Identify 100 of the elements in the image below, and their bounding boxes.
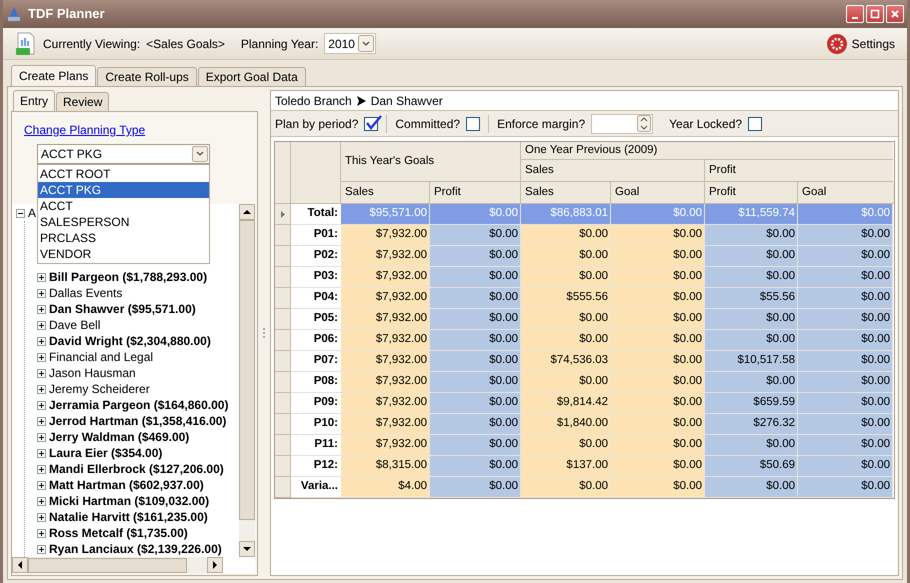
table-cell[interactable]: $0.00 <box>798 477 893 498</box>
table-cell[interactable]: $0.00 <box>705 477 798 498</box>
expand-icon[interactable] <box>37 528 46 538</box>
close-button[interactable] <box>886 5 904 23</box>
table-cell[interactable]: $0.00 <box>611 372 705 393</box>
table-cell[interactable]: $8,315.00 <box>341 456 430 477</box>
table-cell[interactable]: $7,932.00 <box>341 393 430 414</box>
table-cell[interactable]: $0.00 <box>798 309 893 330</box>
table-cell[interactable]: $0.00 <box>521 330 611 351</box>
tree-item[interactable]: Laura Eier ($354.00) <box>49 445 162 461</box>
expand-icon[interactable] <box>37 400 46 410</box>
table-cell[interactable]: $0.00 <box>611 456 705 477</box>
breadcrumb-item[interactable]: Dan Shawver <box>370 92 443 110</box>
column-header[interactable]: Profit <box>705 182 798 204</box>
column-header[interactable]: Profit <box>430 182 521 204</box>
table-cell[interactable]: $0.00 <box>798 435 893 456</box>
table-cell[interactable]: $0.00 <box>798 246 893 267</box>
table-cell[interactable]: $0.00 <box>798 351 893 372</box>
table-cell[interactable]: $4.00 <box>341 477 430 498</box>
tree-item[interactable]: David Wright ($2,304,880.00) <box>49 333 211 349</box>
tree-item[interactable]: Ryan Lanciaux ($2,139,226.00) <box>49 541 222 557</box>
tree-item[interactable]: Jerry Waldman ($469.00) <box>49 429 190 445</box>
maximize-button[interactable] <box>866 5 884 23</box>
scroll-right-icon[interactable] <box>207 557 224 573</box>
table-cell[interactable]: $0.00 <box>430 414 521 435</box>
tree-item[interactable]: Bill Pargeon ($1,788,293.00) <box>49 269 208 285</box>
table-cell[interactable]: $7,932.00 <box>341 267 430 288</box>
table-cell[interactable]: $7,932.00 <box>341 246 430 267</box>
table-cell[interactable]: $0.00 <box>705 225 798 246</box>
table-cell[interactable]: $0.00 <box>611 309 705 330</box>
tree-item[interactable]: Dan Shawver ($95,571.00) <box>49 301 196 317</box>
table-cell[interactable]: $0.00 <box>611 288 705 309</box>
table-cell[interactable]: $0.00 <box>798 225 893 246</box>
dropdown-option[interactable]: ACCT <box>38 198 209 214</box>
expand-icon[interactable] <box>37 336 46 346</box>
table-cell[interactable]: $0.00 <box>430 225 521 246</box>
minimize-button[interactable] <box>846 5 864 23</box>
table-cell[interactable]: $7,932.00 <box>341 288 430 309</box>
expand-icon[interactable] <box>37 480 46 490</box>
vertical-scrollbar[interactable] <box>239 204 256 557</box>
table-cell[interactable]: $0.00 <box>521 246 611 267</box>
table-cell[interactable]: $0.00 <box>430 309 521 330</box>
table-cell[interactable]: $0.00 <box>705 372 798 393</box>
table-cell[interactable]: $0.00 <box>705 309 798 330</box>
table-cell[interactable]: $7,932.00 <box>341 330 430 351</box>
expand-icon[interactable] <box>37 272 46 282</box>
table-cell[interactable]: $0.00 <box>798 414 893 435</box>
expand-icon[interactable] <box>37 496 46 506</box>
table-cell[interactable]: $0.00 <box>521 372 611 393</box>
table-cell[interactable]: $55.56 <box>705 288 798 309</box>
column-header[interactable]: Goal <box>798 182 894 204</box>
table-cell[interactable]: $0.00 <box>521 267 611 288</box>
tree-item[interactable]: Natalie Harvitt ($161,235.00) <box>49 509 208 525</box>
scroll-thumb[interactable] <box>28 558 188 572</box>
table-cell[interactable]: $7,932.00 <box>341 414 430 435</box>
table-cell[interactable]: $0.00 <box>798 267 893 288</box>
row-selector[interactable] <box>275 204 291 225</box>
tree-item[interactable]: Dallas Events <box>49 285 122 301</box>
tree-item[interactable]: Matt Hartman ($602,937.00) <box>49 477 204 493</box>
table-cell[interactable]: $0.00 <box>611 351 705 372</box>
expand-icon[interactable] <box>37 432 46 442</box>
scroll-thumb[interactable] <box>239 220 256 520</box>
table-cell[interactable]: $0.00 <box>430 267 521 288</box>
table-cell[interactable]: $0.00 <box>611 414 705 435</box>
table-cell[interactable]: $0.00 <box>521 309 611 330</box>
settings-button[interactable]: Settings <box>826 32 895 54</box>
table-cell[interactable]: $0.00 <box>798 456 893 477</box>
dropdown-option[interactable]: VENDOR <box>38 246 209 262</box>
table-cell[interactable]: $0.00 <box>611 225 705 246</box>
table-cell[interactable]: $0.00 <box>521 435 611 456</box>
table-cell[interactable]: $0.00 <box>430 351 521 372</box>
table-cell[interactable]: $0.00 <box>798 393 893 414</box>
scroll-left-icon[interactable] <box>12 557 28 573</box>
tree-item[interactable]: Ross Metcalf ($1,735.00) <box>49 525 188 541</box>
table-cell[interactable]: $1,840.00 <box>521 414 611 435</box>
table-cell[interactable]: $7,932.00 <box>341 435 430 456</box>
table-cell[interactable]: $0.00 <box>798 372 893 393</box>
table-cell[interactable]: $0.00 <box>611 246 705 267</box>
table-cell[interactable]: $7,932.00 <box>341 351 430 372</box>
column-header[interactable]: Sales <box>341 182 430 204</box>
tree-item[interactable]: Micki Hartman ($109,032.00) <box>49 493 210 509</box>
table-cell[interactable]: $555.56 <box>521 288 611 309</box>
table-cell[interactable]: $9,814.42 <box>521 393 611 414</box>
spinner-arrows-icon[interactable] <box>637 115 652 132</box>
table-cell[interactable]: $0.00 <box>430 393 521 414</box>
table-cell[interactable]: $0.00 <box>430 456 521 477</box>
table-cell[interactable]: $0.00 <box>430 477 521 498</box>
scroll-up-icon[interactable] <box>239 204 256 220</box>
table-cell[interactable]: $7,932.00 <box>341 372 430 393</box>
tree-item[interactable]: Jeremy Scheiderer <box>49 381 150 397</box>
dropdown-option[interactable]: ACCT ROOT <box>38 166 209 182</box>
breadcrumb-item[interactable]: Toledo Branch <box>275 92 352 110</box>
table-cell[interactable]: $0.00 <box>798 330 893 351</box>
tab[interactable]: Create Plans <box>11 65 96 86</box>
planning-type-select[interactable]: ACCT PKG <box>37 144 210 164</box>
horizontal-scrollbar[interactable] <box>12 557 224 573</box>
table-cell[interactable]: $0.00 <box>705 246 798 267</box>
table-cell[interactable]: $7,932.00 <box>341 309 430 330</box>
table-cell[interactable]: $74,536.03 <box>521 351 611 372</box>
tree-item[interactable]: Financial and Legal <box>49 349 154 365</box>
